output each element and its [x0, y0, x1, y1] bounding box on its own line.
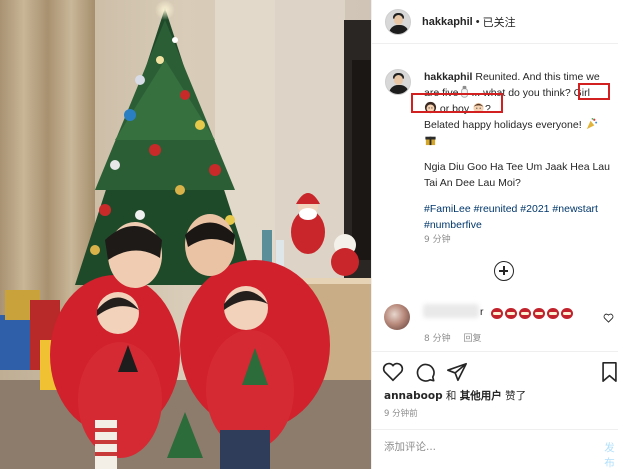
laughing-face-icon: [533, 308, 545, 319]
others-link[interactable]: 其他用户: [460, 390, 502, 402]
laughing-face-icon: [505, 308, 517, 319]
author-username[interactable]: hakkaphil: [422, 16, 473, 28]
blurred-username: [423, 304, 479, 318]
caption-text-4: Belated happy holidays everyone!: [424, 119, 582, 131]
post-photo[interactable]: [0, 0, 371, 469]
post-comment-button[interactable]: 发布: [601, 440, 618, 469]
author-avatar[interactable]: [385, 8, 411, 35]
liker-username[interactable]: annaboop: [384, 390, 443, 402]
comment-reply-button[interactable]: 回复: [463, 334, 481, 344]
family-christmas-photo: [0, 0, 371, 469]
gift-icon: [425, 136, 436, 146]
caption-para2-line2: Tai An Dee Lau Moi?: [424, 177, 521, 189]
caption-line-4: Belated happy holidays everyone!: [424, 117, 614, 133]
laughing-face-icon: [561, 308, 573, 319]
girl-highlight-box: [578, 83, 610, 100]
likes-and: 和: [442, 390, 460, 402]
comment-meta: 8 分钟 回复: [424, 331, 481, 344]
caption-text-1: Reunited. And this time we: [475, 71, 600, 83]
laughing-face-icon: [547, 308, 559, 319]
paper-plane-icon[interactable]: [446, 361, 468, 383]
follow-status-button[interactable]: 已关注: [483, 14, 516, 30]
comment-like-heart-icon[interactable]: [603, 313, 614, 323]
commenter-avatar[interactable]: [384, 304, 410, 330]
post-header: hakkaphil • 已关注: [372, 0, 618, 44]
or-boy-highlight-box: [411, 93, 503, 113]
laughing-face-icon: [519, 308, 531, 319]
caption-username[interactable]: hakkaphil: [424, 71, 472, 83]
comment-divider: [371, 429, 618, 430]
caption-author-avatar[interactable]: [385, 69, 411, 95]
header-separator: •: [475, 15, 480, 28]
likes-liked: 赞了: [501, 390, 527, 402]
comment-emoji-row: [491, 306, 575, 324]
comment-icon[interactable]: [414, 361, 436, 383]
heart-icon[interactable]: [382, 361, 404, 383]
laughing-face-icon: [491, 308, 503, 319]
actions-divider: [371, 351, 618, 352]
caption-hashtags-line2[interactable]: #numberfive: [424, 217, 614, 233]
likes-summary: annaboop 和 其他用户 赞了: [384, 388, 526, 403]
caption-line-5: [424, 133, 614, 149]
party-popper-icon: [586, 118, 597, 130]
post-timestamp: 9 分钟前: [384, 409, 418, 419]
bookmark-icon[interactable]: [601, 361, 618, 383]
comment-timestamp: 8 分钟: [424, 334, 451, 344]
load-more-comments-button[interactable]: [494, 261, 514, 281]
caption-timestamp: 9 分钟: [424, 235, 451, 245]
commenter-name-fragment: r: [480, 306, 484, 318]
caption-hashtags-line1[interactable]: #FamiLee #reunited #2021 #newstart: [424, 201, 614, 217]
caption-para2-line1: Ngia Diu Goo Ha Tee Um Jaak Hea Lau: [424, 161, 610, 173]
add-comment-input[interactable]: [384, 441, 584, 453]
